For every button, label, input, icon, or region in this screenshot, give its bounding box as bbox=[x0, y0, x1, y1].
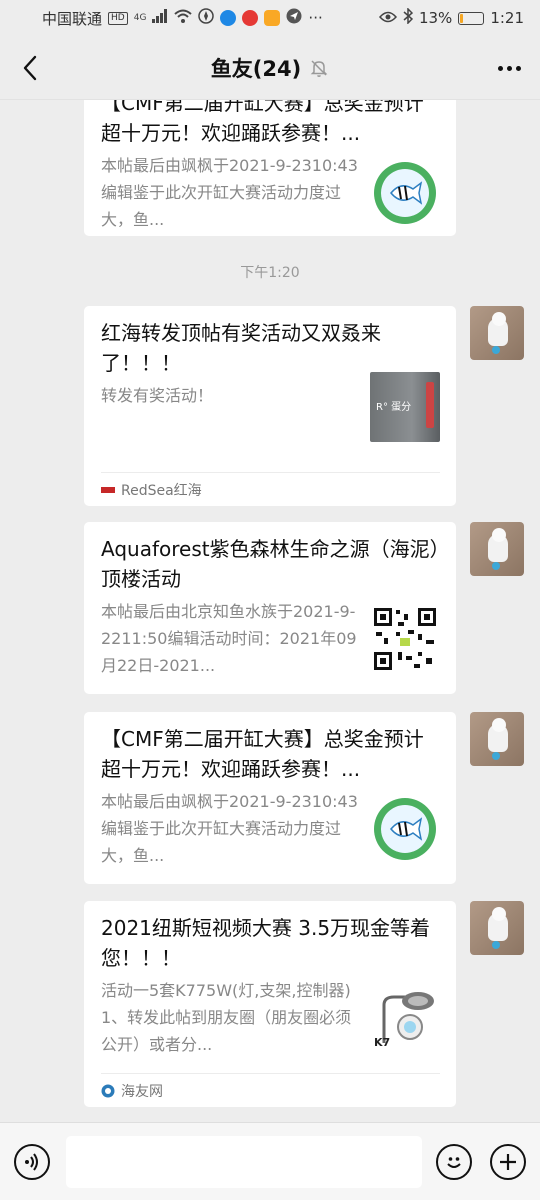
card-thumbnail: R° 蛋分 bbox=[370, 372, 440, 442]
more-options-button[interactable] bbox=[492, 52, 526, 84]
dot bbox=[506, 65, 512, 71]
bluetooth-icon bbox=[403, 7, 414, 28]
card-title: 2021纽斯短视频大赛 3.5万现金等着您！！！ bbox=[101, 916, 431, 970]
wifi-icon bbox=[174, 9, 193, 27]
haiyou-logo-icon bbox=[101, 1084, 115, 1097]
message-card[interactable]: 2021纽斯短视频大赛 3.5万现金等着您！！！ 活动一5套K775W(灯,支架… bbox=[84, 901, 456, 1107]
note-app-icon bbox=[264, 10, 281, 26]
card-source: 海友网 bbox=[101, 1073, 440, 1107]
message-list[interactable]: 【CMF第二届开缸大赛】总奖金预计超十万元！欢迎踊跃参赛！... 本帖最后由飒枫… bbox=[0, 100, 540, 1122]
weibo-app-icon bbox=[242, 10, 259, 26]
source-name: RedSea红海 bbox=[121, 482, 202, 499]
sender-avatar[interactable] bbox=[470, 522, 524, 576]
plus-icon bbox=[500, 1153, 516, 1170]
clock: 1:21 bbox=[490, 9, 524, 27]
card-description: 本帖最后由北京知鱼水族于2021-9-2211:50编辑活动时间：2021年09… bbox=[101, 602, 357, 675]
compass-app-icon bbox=[198, 8, 215, 28]
more-notifications-label: ··· bbox=[308, 9, 323, 27]
status-bar: 中国联通 HD 4G ··· 13% 1:21 bbox=[0, 0, 540, 36]
card-description: 本帖最后由飒枫于2021-9-2310:43编辑鉴于此次开缸大赛活动力度过大，鱼… bbox=[101, 792, 358, 865]
input-bar bbox=[0, 1122, 540, 1200]
sender-avatar[interactable] bbox=[470, 901, 524, 955]
message-input[interactable] bbox=[66, 1135, 422, 1188]
eye-icon bbox=[378, 9, 397, 27]
card-title: 【CMF第二届开缸大赛】总奖金预计超十万元！欢迎踊跃参赛！... bbox=[101, 100, 424, 145]
smiley-icon bbox=[447, 1156, 461, 1168]
carrier-label: 中国联通 bbox=[42, 9, 103, 28]
back-button[interactable] bbox=[14, 52, 46, 84]
card-thumbnail bbox=[370, 158, 440, 228]
thumbnail-caption: K7 bbox=[374, 1036, 391, 1049]
emoji-button[interactable] bbox=[436, 1143, 472, 1180]
battery-percent: 13% bbox=[418, 9, 453, 27]
message-card[interactable]: 红海转发顶帖有奖活动又双叒来了！！！ 转发有奖活动！ R° 蛋分 RedSea红… bbox=[84, 306, 456, 506]
voice-input-button[interactable] bbox=[14, 1143, 50, 1180]
card-source: RedSea红海 bbox=[101, 472, 440, 506]
dot bbox=[515, 65, 521, 71]
card-title: 【CMF第二届开缸大赛】总奖金预计超十万元！欢迎踊跃参赛！... bbox=[101, 727, 424, 781]
fish-logo-icon bbox=[374, 798, 436, 860]
chevron-left-icon bbox=[23, 55, 37, 81]
chat-header: 鱼友(24) bbox=[0, 36, 540, 100]
card-description: 活动一5套K775W(灯,支架,控制器)1、转发此帖到朋友圈（朋友圈必须公开）或… bbox=[101, 981, 352, 1054]
chat-title: 鱼友(24) bbox=[210, 56, 302, 81]
sender-avatar[interactable] bbox=[470, 306, 524, 360]
timestamp: 下午1:20 bbox=[240, 265, 300, 281]
thumbnail-caption: R° 蛋分 bbox=[376, 402, 412, 413]
redsea-logo-icon bbox=[101, 486, 115, 493]
battery-icon bbox=[458, 11, 485, 25]
card-description: 转发有奖活动！ bbox=[101, 386, 214, 405]
dot bbox=[497, 65, 503, 71]
message-card[interactable]: 【CMF第二届开缸大赛】总奖金预计超十万元！欢迎踊跃参赛！... 本帖最后由飒枫… bbox=[84, 100, 456, 236]
more-actions-button[interactable] bbox=[490, 1143, 526, 1180]
card-title: Aquaforest紫色森林生命之源（海泥）顶楼活动 bbox=[101, 537, 440, 591]
card-description: 本帖最后由飒枫于2021-9-2310:43编辑鉴于此次开缸大赛活动力度过大，鱼… bbox=[101, 156, 358, 229]
bulb-app-icon bbox=[220, 10, 237, 26]
source-name: 海友网 bbox=[121, 1083, 163, 1100]
card-thumbnail: K7 bbox=[370, 983, 440, 1053]
fish-logo-icon bbox=[374, 162, 436, 224]
voice-icon bbox=[25, 1152, 38, 1171]
hd-badge: HD bbox=[108, 11, 128, 25]
mute-bell-icon bbox=[310, 59, 328, 77]
sender-avatar[interactable] bbox=[470, 712, 524, 766]
card-thumbnail bbox=[370, 794, 440, 864]
qr-code-thumbnail bbox=[370, 604, 440, 674]
network-type-label: 4G bbox=[133, 13, 147, 23]
send-app-icon bbox=[286, 8, 302, 28]
message-card[interactable]: 【CMF第二届开缸大赛】总奖金预计超十万元！欢迎踊跃参赛！... 本帖最后由飒枫… bbox=[84, 712, 456, 884]
signal-icon bbox=[152, 9, 168, 27]
message-card[interactable]: Aquaforest紫色森林生命之源（海泥）顶楼活动 本帖最后由北京知鱼水族于2… bbox=[84, 522, 456, 694]
battery-fill bbox=[460, 13, 464, 23]
card-title: 红海转发顶帖有奖活动又双叒来了！！！ bbox=[101, 321, 381, 375]
